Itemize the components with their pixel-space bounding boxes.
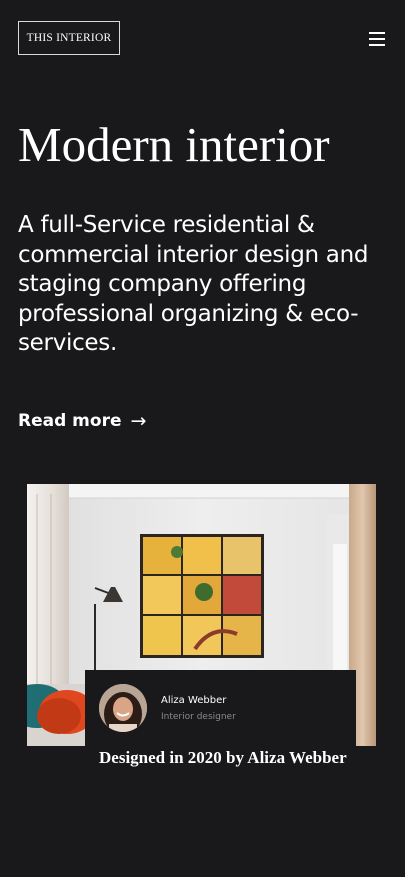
logo[interactable]: THIS INTERIOR (18, 21, 120, 55)
menu-line (369, 32, 385, 34)
author-avatar (99, 684, 147, 732)
author-role: Interior designer (161, 712, 236, 722)
read-more-link[interactable]: Read more → (18, 410, 146, 432)
page-title: Modern interior (18, 117, 330, 172)
author-name: Aliza Webber (161, 695, 227, 706)
arrow-right-icon: → (130, 410, 147, 432)
menu-line (369, 38, 385, 40)
read-more-label: Read more (18, 411, 122, 431)
menu-line (369, 44, 385, 46)
designer-card[interactable]: Aliza Webber Interior designer Designed … (85, 670, 356, 800)
hamburger-menu-icon[interactable] (369, 31, 385, 47)
card-title[interactable]: Designed in 2020 by Aliza Webber (99, 747, 349, 768)
hero-description: A full-Service residential & commercial … (18, 212, 369, 356)
